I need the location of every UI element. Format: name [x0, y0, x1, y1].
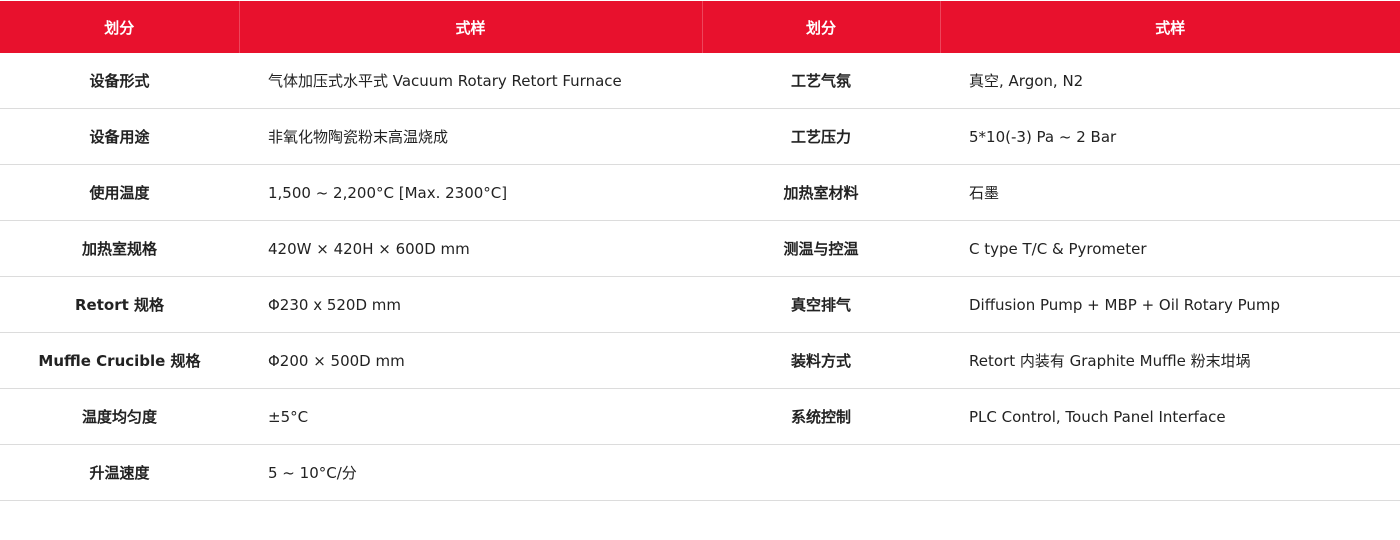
- row-value: Diffusion Pump + MBP + Oil Rotary Pump: [940, 276, 1400, 333]
- row-label: 使用温度: [0, 164, 239, 221]
- spec-table-header: 划分 式样 划分 式样: [0, 1, 1400, 53]
- header-spec-2: 式样: [940, 1, 1400, 53]
- row-label: 加热室规格: [0, 220, 239, 277]
- row-label: 装料方式: [702, 332, 940, 389]
- row-value: Φ230 x 520D mm: [239, 276, 702, 333]
- row-label: 工艺气氛: [702, 53, 940, 109]
- row-value: 气体加压式水平式 Vacuum Rotary Retort Furnace: [239, 53, 702, 109]
- row-label: 升温速度: [0, 444, 239, 501]
- row-value: 1,500 ~ 2,200°C [Max. 2300°C]: [239, 164, 702, 221]
- row-label: 加热室材料: [702, 164, 940, 221]
- row-value: 5*10(-3) Pa ~ 2 Bar: [940, 108, 1400, 165]
- header-category-1: 划分: [0, 1, 240, 53]
- spec-table: 划分 式样 划分 式样 设备形式 气体加压式水平式 Vacuum Rotary …: [0, 1, 1400, 501]
- table-row: 设备用途 非氧化物陶瓷粉末高温烧成 工艺压力 5*10(-3) Pa ~ 2 B…: [0, 108, 1400, 165]
- row-value: 5 ~ 10°C/分: [239, 444, 702, 501]
- table-row: 升温速度 5 ~ 10°C/分: [0, 444, 1400, 501]
- row-value: Retort 内装有 Graphite Muffle 粉末坩埚: [940, 332, 1400, 389]
- row-value: [940, 444, 1400, 501]
- row-label: 真空排气: [702, 276, 940, 333]
- row-value: C type T/C & Pyrometer: [940, 220, 1400, 277]
- row-label: 温度均匀度: [0, 388, 239, 445]
- row-label: 设备用途: [0, 108, 239, 165]
- row-label: [702, 444, 940, 501]
- row-label: 设备形式: [0, 53, 239, 109]
- table-row: 使用温度 1,500 ~ 2,200°C [Max. 2300°C] 加热室材料…: [0, 164, 1400, 221]
- header-category-2: 划分: [702, 1, 941, 53]
- row-value: PLC Control, Touch Panel Interface: [940, 388, 1400, 445]
- row-value: 非氧化物陶瓷粉末高温烧成: [239, 108, 702, 165]
- table-row: 温度均匀度 ±5°C 系统控制 PLC Control, Touch Panel…: [0, 388, 1400, 445]
- table-row: 加热室规格 420W × 420H × 600D mm 测温与控温 C type…: [0, 220, 1400, 277]
- table-row: Retort 规格 Φ230 x 520D mm 真空排气 Diffusion …: [0, 276, 1400, 333]
- spec-table-body: 设备形式 气体加压式水平式 Vacuum Rotary Retort Furna…: [0, 53, 1400, 501]
- row-value: 真空, Argon, N2: [940, 53, 1400, 109]
- row-value: ±5°C: [239, 388, 702, 445]
- row-label: 测温与控温: [702, 220, 940, 277]
- table-row: 设备形式 气体加压式水平式 Vacuum Rotary Retort Furna…: [0, 53, 1400, 109]
- row-label: 系统控制: [702, 388, 940, 445]
- row-value: 石墨: [940, 164, 1400, 221]
- row-label: 工艺压力: [702, 108, 940, 165]
- row-value: Φ200 × 500D mm: [239, 332, 702, 389]
- row-label: Retort 规格: [0, 276, 239, 333]
- row-label: Muffle Crucible 规格: [0, 332, 239, 389]
- header-spec-1: 式样: [239, 1, 703, 53]
- row-value: 420W × 420H × 600D mm: [239, 220, 702, 277]
- header-row: 划分 式样 划分 式样: [0, 1, 1400, 53]
- table-row: Muffle Crucible 规格 Φ200 × 500D mm 装料方式 R…: [0, 332, 1400, 389]
